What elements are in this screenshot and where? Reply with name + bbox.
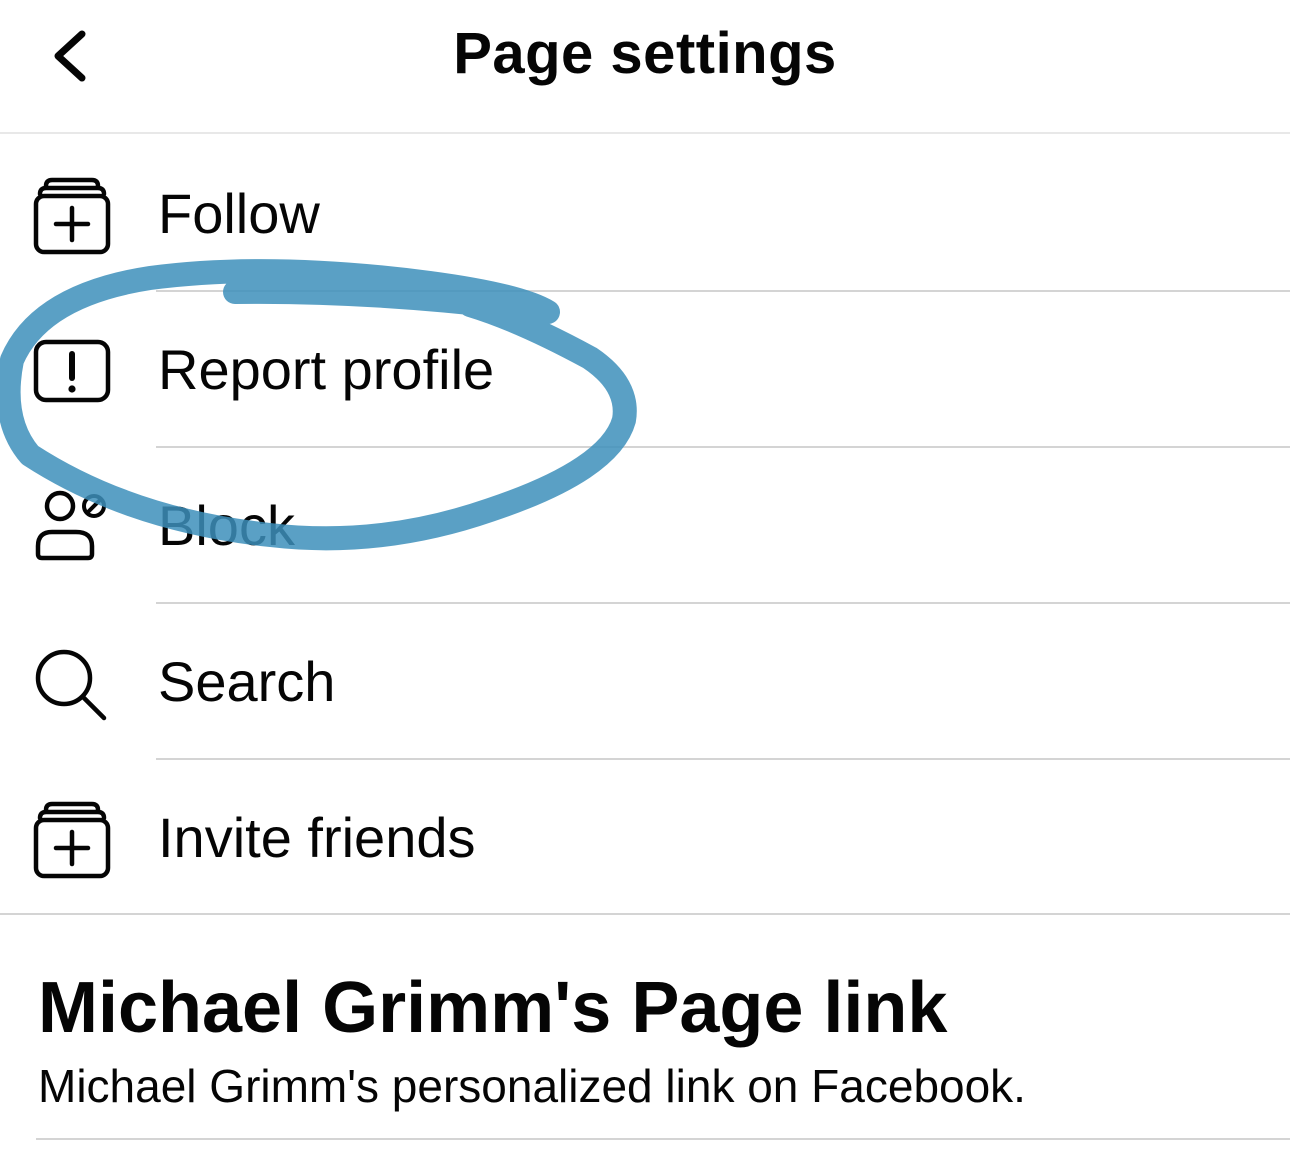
menu-item-label: Follow xyxy=(158,182,320,245)
divider xyxy=(36,1138,1290,1140)
menu-item-block[interactable]: Block xyxy=(0,448,1290,604)
page-title: Page settings xyxy=(453,21,837,86)
menu-item-report-profile[interactable]: Report profile xyxy=(0,292,1290,448)
menu-item-invite-friends[interactable]: Invite friends xyxy=(0,760,1290,916)
top-navigation-bar: Page settings xyxy=(0,0,1290,134)
menu-item-label: Block xyxy=(158,494,295,557)
section-divider xyxy=(0,913,1290,915)
menu-item-follow[interactable]: Follow xyxy=(0,136,1290,292)
page-link-heading: Michael Grimm's Page link xyxy=(38,968,948,1048)
page-link-description: Michael Grimm's personalized link on Fac… xyxy=(38,1060,1026,1112)
report-exclamation-icon xyxy=(33,339,111,403)
menu-item-label: Invite friends xyxy=(158,806,476,869)
search-icon xyxy=(35,649,107,721)
follow-stack-plus-icon xyxy=(33,177,111,255)
menu-item-label: Search xyxy=(158,650,336,713)
menu-item-label: Report profile xyxy=(158,338,495,401)
invite-stack-plus-icon xyxy=(33,801,111,879)
block-person-icon xyxy=(35,490,106,561)
menu-item-search[interactable]: Search xyxy=(0,604,1290,760)
